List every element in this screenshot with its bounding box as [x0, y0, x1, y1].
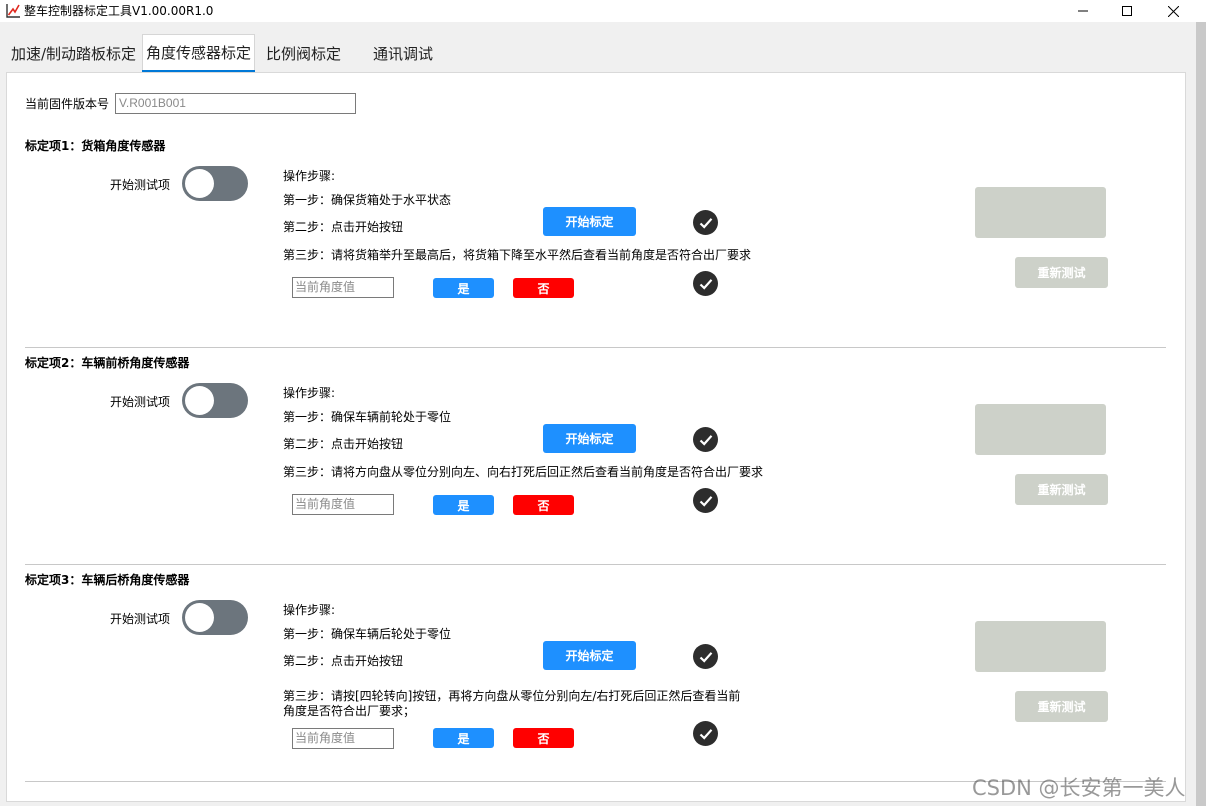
- minimize-button[interactable]: [1060, 0, 1106, 22]
- toggle-knob: [185, 169, 214, 198]
- steps-title: 操作步骤:: [283, 169, 336, 183]
- retest-button[interactable]: 重新测试: [1015, 691, 1108, 722]
- section-divider: [25, 347, 1166, 348]
- result-indicator: [975, 404, 1106, 455]
- check-icon: [693, 644, 718, 669]
- calibration-section-1: 标定项1：货箱角度传感器 开始测试项 操作步骤: 第一步：确保货箱处于水平状态 …: [7, 138, 1187, 355]
- close-icon: [1167, 5, 1179, 17]
- retest-button[interactable]: 重新测试: [1015, 474, 1108, 505]
- window-edge: [1196, 22, 1206, 806]
- tab-strip: 加速/制动踏板标定 角度传感器标定 比例阀标定 通讯调试: [0, 22, 1196, 72]
- step-2-text: 第二步：点击开始按钮: [283, 654, 404, 668]
- check-icon: [693, 721, 718, 746]
- check-icon: [693, 210, 718, 235]
- window-title: 整车控制器标定工具V1.00.00R1.0: [24, 4, 214, 18]
- firmware-version-label: 当前固件版本号: [25, 97, 110, 111]
- calibration-section-2: 标定项2：车辆前桥角度传感器 开始测试项 操作步骤: 第一步：确保车辆前轮处于零…: [7, 355, 1187, 572]
- step-1-text: 第一步：确保车辆后轮处于零位: [283, 627, 452, 641]
- yes-button[interactable]: 是: [433, 495, 494, 515]
- start-test-toggle[interactable]: [182, 166, 248, 201]
- no-button[interactable]: 否: [513, 728, 574, 748]
- start-test-label: 开始测试项: [110, 395, 171, 409]
- tab-angle-sensor-calibration[interactable]: 角度传感器标定: [142, 34, 256, 72]
- angle-sensor-panel: 当前固件版本号 V.R001B001 标定项1：货箱角度传感器 开始测试项 操作…: [6, 72, 1186, 802]
- calibration-section-3: 标定项3：车辆后桥角度传感器 开始测试项 操作步骤: 第一步：确保车辆后轮处于零…: [7, 572, 1187, 789]
- section-divider: [25, 564, 1166, 565]
- step-1-text: 第一步：确保货箱处于水平状态: [283, 193, 452, 207]
- section-title: 标定项2：车辆前桥角度传感器: [25, 356, 190, 370]
- yes-button[interactable]: 是: [433, 728, 494, 748]
- section-title: 标定项3：车辆后桥角度传感器: [25, 573, 190, 587]
- maximize-button[interactable]: [1104, 0, 1150, 22]
- tab-proportional-valve-calibration[interactable]: 比例阀标定: [264, 38, 343, 70]
- step-3-text: 第三步：请按[四轮转向]按钮，再将方向盘从零位分别向左/右打死后回正然后查看当前…: [283, 689, 741, 718]
- app-window: 整车控制器标定工具V1.00.00R1.0 加速/制动踏板标定 角度传感器标定 …: [0, 0, 1206, 806]
- yes-button[interactable]: 是: [433, 278, 494, 298]
- steps-title: 操作步骤:: [283, 603, 336, 617]
- section-title: 标定项1：货箱角度传感器: [25, 139, 166, 153]
- start-test-toggle[interactable]: [182, 600, 248, 635]
- tab-communication-debug[interactable]: 通讯调试: [371, 38, 435, 70]
- check-icon: [693, 488, 718, 513]
- no-button[interactable]: 否: [513, 278, 574, 298]
- steps-title: 操作步骤:: [283, 386, 336, 400]
- step-2-text: 第二步：点击开始按钮: [283, 220, 404, 234]
- check-icon: [693, 427, 718, 452]
- toggle-knob: [185, 386, 214, 415]
- toggle-knob: [185, 603, 214, 632]
- current-angle-input[interactable]: 当前角度值: [292, 728, 394, 749]
- close-button[interactable]: [1150, 0, 1196, 22]
- start-calibration-button[interactable]: 开始标定: [543, 641, 636, 670]
- retest-button[interactable]: 重新测试: [1015, 257, 1108, 288]
- current-angle-input[interactable]: 当前角度值: [292, 494, 394, 515]
- start-test-label: 开始测试项: [110, 178, 171, 192]
- result-indicator: [975, 187, 1106, 238]
- tab-pedal-calibration[interactable]: 加速/制动踏板标定: [9, 38, 138, 70]
- no-button[interactable]: 否: [513, 495, 574, 515]
- watermark: CSDN @长安第一美人: [972, 776, 1186, 800]
- step-1-text: 第一步：确保车辆前轮处于零位: [283, 410, 452, 424]
- maximize-icon: [1122, 6, 1132, 16]
- start-calibration-button[interactable]: 开始标定: [543, 424, 636, 453]
- step-2-text: 第二步：点击开始按钮: [283, 437, 404, 451]
- current-angle-input[interactable]: 当前角度值: [292, 277, 394, 298]
- start-calibration-button[interactable]: 开始标定: [543, 207, 636, 236]
- step-3-text: 第三步：请将方向盘从零位分别向左、向右打死后回正然后查看当前角度是否符合出厂要求: [283, 465, 764, 479]
- minimize-icon: [1078, 10, 1088, 12]
- title-bar: 整车控制器标定工具V1.00.00R1.0: [0, 0, 1206, 22]
- start-test-toggle[interactable]: [182, 383, 248, 418]
- firmware-version-field[interactable]: V.R001B001: [115, 93, 356, 114]
- step-3-text: 第三步：请将货箱举升至最高后，将货箱下降至水平然后查看当前角度是否符合出厂要求: [283, 248, 752, 262]
- result-indicator: [975, 621, 1106, 672]
- chart-icon: [6, 4, 20, 18]
- check-icon: [693, 271, 718, 296]
- start-test-label: 开始测试项: [110, 612, 171, 626]
